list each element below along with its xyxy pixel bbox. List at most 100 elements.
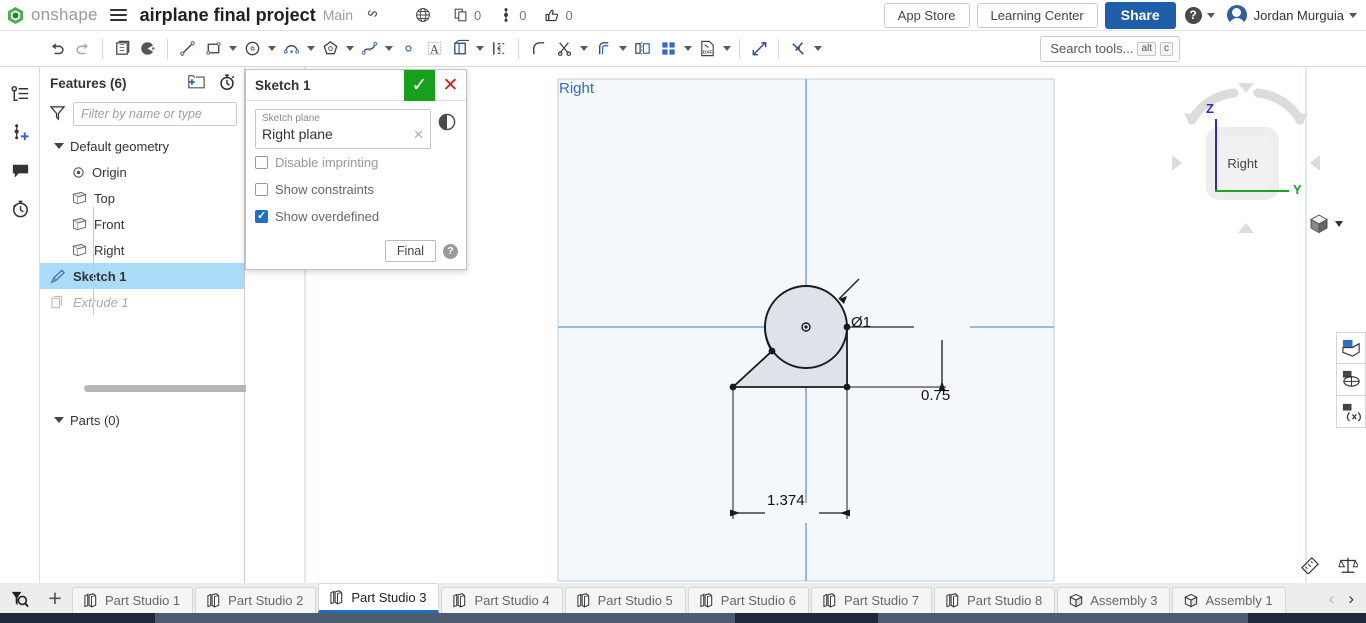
checkbox-row-disable-imprinting[interactable]: Disable imprinting	[255, 149, 457, 176]
close-x-icon[interactable]: ✕	[435, 70, 466, 101]
point-tool-icon[interactable]	[395, 36, 421, 62]
avatar[interactable]	[1227, 5, 1247, 25]
search-tools-input[interactable]: Search tools... alt c	[1040, 36, 1180, 62]
tree-node-extrude-1[interactable]: Extrude 1	[40, 289, 244, 315]
new-folder-icon[interactable]	[187, 74, 205, 93]
help-icon[interactable]: ?	[1185, 7, 1202, 24]
hamburger-icon[interactable]	[110, 9, 127, 22]
app-store-button[interactable]: App Store	[884, 3, 970, 28]
use-projection-icon[interactable]	[447, 36, 473, 62]
import-dxf-icon[interactable]: DXF	[694, 36, 720, 62]
copies-stat[interactable]: 0	[446, 7, 488, 23]
trim-tool-icon[interactable]	[551, 36, 577, 62]
history-icon[interactable]	[0, 189, 40, 227]
section-view-icon[interactable]	[1336, 364, 1366, 396]
mass-properties-icon[interactable]	[1338, 556, 1358, 577]
share-button[interactable]: Share	[1105, 2, 1176, 29]
transform-tool-icon[interactable]	[746, 36, 772, 62]
arc-dropdown[interactable]	[304, 36, 317, 62]
circle-dropdown[interactable]	[265, 36, 278, 62]
help-dropdown-caret[interactable]	[1207, 13, 1215, 18]
fillet-tool-icon[interactable]	[525, 36, 551, 62]
polygon-dropdown[interactable]	[343, 36, 356, 62]
plane-icon[interactable]	[135, 36, 161, 62]
vertical-dimension[interactable]: 0.75	[921, 387, 950, 404]
tab-part-studio-2[interactable]: Part Studio 2	[195, 587, 316, 613]
use-dropdown[interactable]	[473, 36, 486, 62]
tab-next-button[interactable]: ›	[1348, 589, 1354, 609]
final-button[interactable]: Final	[385, 240, 436, 262]
tree-node-default-geometry[interactable]: Default geometry	[40, 133, 244, 159]
add-version-icon[interactable]	[0, 113, 40, 151]
tab-assembly-1[interactable]: Assembly 1	[1172, 587, 1285, 613]
learning-center-button[interactable]: Learning Center	[977, 3, 1098, 28]
workspace-label[interactable]: Main	[323, 7, 353, 23]
pattern-dropdown[interactable]	[681, 36, 694, 62]
spline-tool-icon[interactable]	[356, 36, 382, 62]
onshape-logo[interactable]: onshape	[0, 5, 98, 25]
tree-node-sketch-1[interactable]: Sketch 1	[40, 263, 244, 289]
offset-tool-icon[interactable]	[590, 36, 616, 62]
measure-icon[interactable]	[1300, 556, 1320, 577]
feature-list-icon[interactable]	[0, 75, 40, 113]
display-panel-icon[interactable]	[1336, 332, 1366, 364]
arc-tool-icon[interactable]	[278, 36, 304, 62]
clock-history-icon[interactable]	[437, 112, 457, 132]
spline-dropdown[interactable]	[382, 36, 395, 62]
link-icon[interactable]	[365, 6, 380, 24]
tab-assembly-3[interactable]: Assembly 3	[1057, 587, 1170, 613]
tree-node-front[interactable]: Front	[40, 211, 244, 237]
rectangle-dropdown[interactable]	[226, 36, 239, 62]
offset-dropdown[interactable]	[616, 36, 629, 62]
view-orientation-dropdown[interactable]	[1308, 213, 1343, 235]
help-icon[interactable]: ?	[443, 244, 458, 259]
public-visibility[interactable]	[408, 7, 443, 23]
view-cube[interactable]: Right Z Y	[1162, 75, 1330, 245]
diameter-dimension[interactable]: Ø1	[851, 314, 871, 331]
polygon-tool-icon[interactable]	[317, 36, 343, 62]
checkbox-row-show-constraints[interactable]: Show constraints	[255, 176, 457, 203]
add-tab-icon[interactable]: +	[38, 583, 72, 613]
rectangle-tool-icon[interactable]	[200, 36, 226, 62]
checkmark-icon[interactable]: ✓	[404, 70, 435, 101]
tree-node-origin[interactable]: Origin	[40, 159, 244, 185]
comments-icon[interactable]	[0, 151, 40, 189]
text-tool-icon[interactable]: A	[421, 36, 447, 62]
constraint-dropdown[interactable]	[811, 36, 824, 62]
tab-prev-button[interactable]: ‹	[1329, 589, 1335, 609]
trim-dropdown[interactable]	[577, 36, 590, 62]
pattern-tool-icon[interactable]	[655, 36, 681, 62]
tab-part-studio-4[interactable]: Part Studio 4	[441, 587, 562, 613]
tree-node-top[interactable]: Top	[40, 185, 244, 211]
tree-node-right[interactable]: Right	[40, 237, 244, 263]
show-constraints-checkbox[interactable]	[255, 183, 268, 196]
rollback-timer-icon[interactable]	[218, 73, 236, 94]
checkbox-row-show-overdefined[interactable]: Show overdefined	[255, 203, 457, 230]
user-dropdown-caret[interactable]	[1349, 13, 1357, 18]
constraint-tool-icon[interactable]	[785, 36, 811, 62]
tab-part-studio-7[interactable]: Part Studio 7	[811, 587, 932, 613]
versions-stat[interactable]: 0	[491, 7, 533, 23]
tab-part-studio-5[interactable]: Part Studio 5	[565, 587, 686, 613]
search-tabs-icon[interactable]	[0, 583, 38, 613]
chevron-down-icon[interactable]	[1335, 221, 1343, 227]
redo-icon[interactable]	[70, 36, 96, 62]
line-tool-icon[interactable]	[174, 36, 200, 62]
tab-part-studio-3[interactable]: Part Studio 3	[318, 583, 439, 613]
tab-part-studio-8[interactable]: Part Studio 8	[934, 587, 1055, 613]
dimension-tool-icon[interactable]	[486, 36, 512, 62]
horizontal-dimension[interactable]: 1.374	[767, 492, 805, 509]
filter-input[interactable]: Filter by name or type	[73, 102, 237, 126]
sketch-icon[interactable]	[109, 36, 135, 62]
disable-imprinting-checkbox[interactable]	[255, 156, 268, 169]
clear-x-icon[interactable]: ✕	[413, 127, 424, 143]
chevron-down-icon[interactable]	[54, 143, 64, 149]
likes-stat[interactable]: 0	[537, 7, 580, 24]
mirror-tool-icon[interactable]	[629, 36, 655, 62]
variable-panel-icon[interactable]	[1336, 396, 1366, 428]
circle-tool-icon[interactable]	[239, 36, 265, 62]
show-overdefined-checkbox[interactable]	[255, 210, 268, 223]
undo-icon[interactable]	[44, 36, 70, 62]
tab-part-studio-1[interactable]: Part Studio 1	[72, 587, 193, 613]
dxf-dropdown[interactable]	[720, 36, 733, 62]
